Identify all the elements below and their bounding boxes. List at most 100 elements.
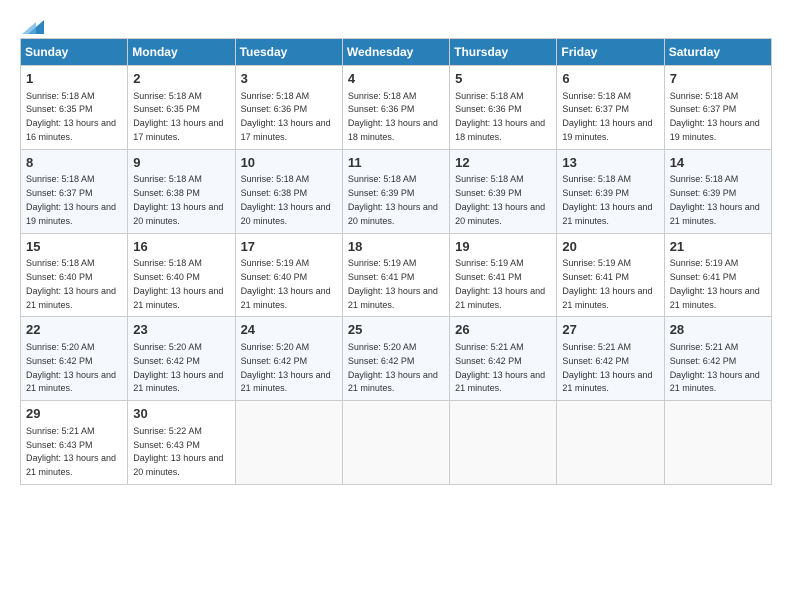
calendar-cell: 9 Sunrise: 5:18 AMSunset: 6:38 PMDaylight… (128, 149, 235, 233)
day-number: 3 (241, 70, 337, 88)
day-number: 22 (26, 321, 122, 339)
calendar-cell: 13 Sunrise: 5:18 AMSunset: 6:39 PMDayligh… (557, 149, 664, 233)
day-number: 24 (241, 321, 337, 339)
calendar-cell: 10Sunrise: 5:18 AMSunset: 6:38 PMDayligh… (235, 149, 342, 233)
calendar-cell: 1 Sunrise: 5:18 AMSunset: 6:35 PMDaylight… (21, 66, 128, 150)
day-info: Sunrise: 5:18 AMSunset: 6:39 PMDaylight:… (562, 174, 652, 225)
day-number: 23 (133, 321, 229, 339)
day-number: 13 (562, 154, 658, 172)
calendar-week-row: 29Sunrise: 5:21 AMSunset: 6:43 PMDayligh… (21, 401, 772, 485)
day-info: Sunrise: 5:21 AMSunset: 6:42 PMDaylight:… (670, 342, 760, 393)
day-number: 30 (133, 405, 229, 423)
day-info: Sunrise: 5:18 AMSunset: 6:37 PMDaylight:… (670, 91, 760, 142)
calendar-header-sunday: Sunday (21, 39, 128, 66)
day-number: 12 (455, 154, 551, 172)
day-info: Sunrise: 5:22 AMSunset: 6:43 PMDaylight:… (133, 426, 223, 477)
calendar-cell: 30 Sunrise: 5:22 AMSunset: 6:43 PMDayligh… (128, 401, 235, 485)
day-info: Sunrise: 5:18 AMSunset: 6:38 PMDaylight:… (133, 174, 223, 225)
calendar-week-row: 8 Sunrise: 5:18 AMSunset: 6:37 PMDaylight… (21, 149, 772, 233)
day-info: Sunrise: 5:21 AMSunset: 6:42 PMDaylight:… (455, 342, 545, 393)
calendar-cell: 12 Sunrise: 5:18 AMSunset: 6:39 PMDayligh… (450, 149, 557, 233)
day-info: Sunrise: 5:18 AMSunset: 6:39 PMDaylight:… (455, 174, 545, 225)
calendar-cell: 2 Sunrise: 5:18 AMSunset: 6:35 PMDaylight… (128, 66, 235, 150)
day-info: Sunrise: 5:19 AMSunset: 6:41 PMDaylight:… (455, 258, 545, 309)
calendar-cell (450, 401, 557, 485)
calendar-cell: 15 Sunrise: 5:18 AMSunset: 6:40 PMDayligh… (21, 233, 128, 317)
day-info: Sunrise: 5:21 AMSunset: 6:43 PMDaylight:… (26, 426, 116, 477)
calendar-cell (664, 401, 771, 485)
calendar-cell: 18 Sunrise: 5:19 AMSunset: 6:41 PMDayligh… (342, 233, 449, 317)
day-number: 27 (562, 321, 658, 339)
calendar-header-wednesday: Wednesday (342, 39, 449, 66)
day-number: 25 (348, 321, 444, 339)
day-info: Sunrise: 5:18 AMSunset: 6:37 PMDaylight:… (26, 174, 116, 225)
calendar-cell: 26 Sunrise: 5:21 AMSunset: 6:42 PMDayligh… (450, 317, 557, 401)
calendar-cell (557, 401, 664, 485)
day-info: Sunrise: 5:20 AMSunset: 6:42 PMDaylight:… (26, 342, 116, 393)
calendar-cell: 19 Sunrise: 5:19 AMSunset: 6:41 PMDayligh… (450, 233, 557, 317)
day-info: Sunrise: 5:18 AMSunset: 6:35 PMDaylight:… (133, 91, 223, 142)
day-number: 4 (348, 70, 444, 88)
day-number: 14 (670, 154, 766, 172)
calendar-header-tuesday: Tuesday (235, 39, 342, 66)
day-number: 1 (26, 70, 122, 88)
calendar-cell: 7 Sunrise: 5:18 AMSunset: 6:37 PMDaylight… (664, 66, 771, 150)
calendar-cell (342, 401, 449, 485)
logo (20, 18, 44, 32)
day-info: Sunrise: 5:20 AMSunset: 6:42 PMDaylight:… (133, 342, 223, 393)
day-info: Sunrise: 5:18 AMSunset: 6:39 PMDaylight:… (670, 174, 760, 225)
day-number: 15 (26, 238, 122, 256)
calendar-cell: 28 Sunrise: 5:21 AMSunset: 6:42 PMDayligh… (664, 317, 771, 401)
day-number: 10 (241, 154, 337, 172)
day-info: Sunrise: 5:19 AMSunset: 6:41 PMDaylight:… (348, 258, 438, 309)
day-number: 16 (133, 238, 229, 256)
day-number: 20 (562, 238, 658, 256)
calendar-header-friday: Friday (557, 39, 664, 66)
calendar-cell: 24 Sunrise: 5:20 AMSunset: 6:42 PMDayligh… (235, 317, 342, 401)
calendar-header-row: SundayMondayTuesdayWednesdayThursdayFrid… (21, 39, 772, 66)
day-info: Sunrise: 5:18 AMSunset: 6:36 PMDaylight:… (455, 91, 545, 142)
day-info: Sunrise: 5:18 AMSunset: 6:35 PMDaylight:… (26, 91, 116, 142)
day-number: 26 (455, 321, 551, 339)
day-info: Sunrise: 5:20 AMSunset: 6:42 PMDaylight:… (348, 342, 438, 393)
calendar-cell: 23 Sunrise: 5:20 AMSunset: 6:42 PMDayligh… (128, 317, 235, 401)
day-number: 19 (455, 238, 551, 256)
calendar-table: SundayMondayTuesdayWednesdayThursdayFrid… (20, 38, 772, 485)
day-info: Sunrise: 5:19 AMSunset: 6:41 PMDaylight:… (562, 258, 652, 309)
calendar-cell: 25 Sunrise: 5:20 AMSunset: 6:42 PMDayligh… (342, 317, 449, 401)
calendar-cell (235, 401, 342, 485)
calendar-week-row: 15 Sunrise: 5:18 AMSunset: 6:40 PMDayligh… (21, 233, 772, 317)
day-number: 2 (133, 70, 229, 88)
calendar-cell: 20 Sunrise: 5:19 AMSunset: 6:41 PMDayligh… (557, 233, 664, 317)
calendar-cell: 4 Sunrise: 5:18 AMSunset: 6:36 PMDaylight… (342, 66, 449, 150)
day-number: 18 (348, 238, 444, 256)
day-info: Sunrise: 5:18 AMSunset: 6:40 PMDaylight:… (133, 258, 223, 309)
day-info: Sunrise: 5:18 AMSunset: 6:40 PMDaylight:… (26, 258, 116, 309)
day-info: Sunrise: 5:21 AMSunset: 6:42 PMDaylight:… (562, 342, 652, 393)
calendar-cell: 3Sunrise: 5:18 AMSunset: 6:36 PMDaylight… (235, 66, 342, 150)
calendar-cell: 6Sunrise: 5:18 AMSunset: 6:37 PMDaylight… (557, 66, 664, 150)
logo-icon (22, 16, 44, 34)
calendar-cell: 8 Sunrise: 5:18 AMSunset: 6:37 PMDaylight… (21, 149, 128, 233)
page: SundayMondayTuesdayWednesdayThursdayFrid… (0, 0, 792, 612)
day-info: Sunrise: 5:20 AMSunset: 6:42 PMDaylight:… (241, 342, 331, 393)
day-number: 8 (26, 154, 122, 172)
calendar-cell: 22 Sunrise: 5:20 AMSunset: 6:42 PMDayligh… (21, 317, 128, 401)
day-number: 7 (670, 70, 766, 88)
calendar-cell: 16 Sunrise: 5:18 AMSunset: 6:40 PMDayligh… (128, 233, 235, 317)
calendar-header-saturday: Saturday (664, 39, 771, 66)
header (20, 18, 772, 32)
day-number: 5 (455, 70, 551, 88)
calendar-header-monday: Monday (128, 39, 235, 66)
day-number: 28 (670, 321, 766, 339)
day-number: 11 (348, 154, 444, 172)
day-number: 21 (670, 238, 766, 256)
day-info: Sunrise: 5:18 AMSunset: 6:36 PMDaylight:… (348, 91, 438, 142)
day-number: 9 (133, 154, 229, 172)
calendar-header-thursday: Thursday (450, 39, 557, 66)
calendar-cell: 17Sunrise: 5:19 AMSunset: 6:40 PMDayligh… (235, 233, 342, 317)
calendar-cell: 14 Sunrise: 5:18 AMSunset: 6:39 PMDayligh… (664, 149, 771, 233)
calendar-cell: 21Sunrise: 5:19 AMSunset: 6:41 PMDayligh… (664, 233, 771, 317)
day-number: 6 (562, 70, 658, 88)
calendar-week-row: 1 Sunrise: 5:18 AMSunset: 6:35 PMDaylight… (21, 66, 772, 150)
